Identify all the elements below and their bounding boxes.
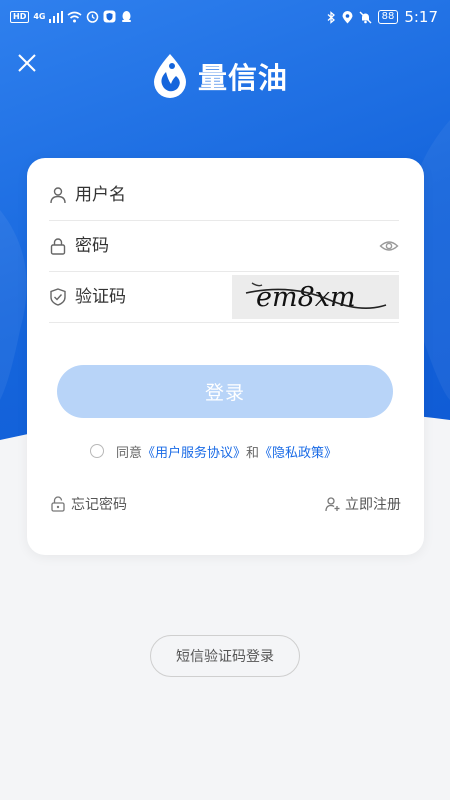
- mute-bell-icon: [359, 11, 372, 23]
- shield-check-icon: [50, 288, 66, 306]
- battery-indicator: 88: [377, 10, 399, 24]
- app-logo: 量信油: [150, 50, 310, 102]
- app-name: 量信油: [198, 61, 289, 95]
- agree-and: 和: [246, 445, 260, 461]
- agreement-row: 同意 《用户服务协议》 和 《隐私政策》: [90, 441, 337, 461]
- drop-logo-icon: [154, 54, 186, 98]
- auth-links: 忘记密码 立即注册: [51, 494, 401, 514]
- login-card: em8xm 登录 同意 《用户服务协议》 和 《隐私政策》 忘记密码: [27, 158, 424, 555]
- username-row: [49, 170, 399, 221]
- username-input[interactable]: [75, 170, 325, 220]
- lock-icon: [50, 238, 66, 255]
- register-label: 立即注册: [345, 497, 401, 513]
- close-icon[interactable]: [14, 50, 40, 76]
- password-row: [49, 221, 399, 272]
- eye-icon[interactable]: [379, 236, 399, 256]
- terms-link[interactable]: 《用户服务协议》: [142, 442, 246, 461]
- agree-checkbox[interactable]: [90, 444, 104, 458]
- forgot-password-link[interactable]: 忘记密码: [51, 494, 127, 514]
- network-type: 4G: [33, 12, 46, 21]
- captcha-row: em8xm: [49, 272, 399, 323]
- hd-badge: HD: [10, 10, 30, 23]
- bluetooth-icon: [327, 10, 335, 24]
- login-button[interactable]: 登录: [57, 365, 393, 418]
- status-bar: HD 4G 88 5:17: [0, 0, 450, 36]
- privacy-link[interactable]: 《隐私政策》: [259, 442, 337, 461]
- agree-prefix: 同意: [116, 445, 143, 461]
- wifi-icon: [67, 11, 82, 22]
- forgot-password-label: 忘记密码: [71, 497, 127, 513]
- captcha-image[interactable]: em8xm: [232, 275, 399, 319]
- password-input[interactable]: [75, 221, 325, 271]
- captcha-text: em8xm: [256, 282, 356, 313]
- clock: 5:17: [404, 8, 438, 26]
- register-link[interactable]: 立即注册: [325, 494, 401, 514]
- sms-login-button[interactable]: 短信验证码登录: [150, 635, 300, 677]
- unlock-icon: [51, 496, 65, 512]
- shield-app-icon: [103, 10, 116, 23]
- captcha-input[interactable]: [75, 272, 225, 322]
- penguin-icon: [122, 11, 132, 22]
- alarm-icon: [87, 11, 99, 23]
- location-icon: [342, 10, 353, 23]
- add-user-icon: [325, 497, 340, 512]
- signal-icon: [49, 10, 64, 23]
- user-icon: [50, 187, 66, 204]
- captcha-graphic: em8xm: [232, 275, 399, 319]
